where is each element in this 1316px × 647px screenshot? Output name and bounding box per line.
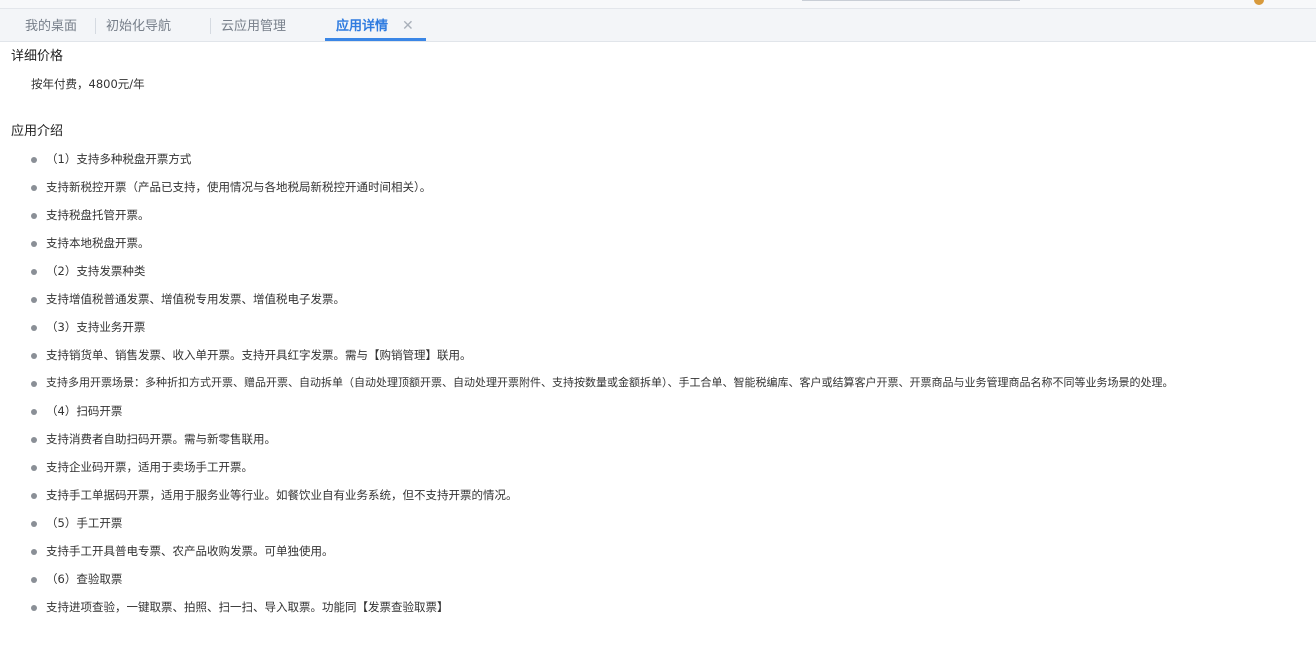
list-item: （2）支持发票种类 — [0, 257, 1316, 285]
list-item-text: 支持增值税普通发票、增值税专用发票、增值税电子发票。 — [46, 292, 345, 306]
price-section-title: 详细价格 — [11, 49, 64, 64]
list-item: 支持消费者自助扫码开票。需与新零售联用。 — [0, 425, 1316, 453]
list-item: 支持多用开票场景：多种折扣方式开票、赠品开票、自动拆单（自动处理顶额开票、自动处… — [0, 369, 1316, 397]
tab-init-navigation[interactable]: 初始化导航 — [106, 9, 171, 41]
avatar[interactable] — [1254, 0, 1264, 5]
list-item: 支持手工开具普电专票、农产品收购发票。可单独使用。 — [0, 537, 1316, 565]
bullet-icon — [31, 213, 37, 219]
bullet-icon — [31, 605, 37, 611]
list-item-text: （5）手工开票 — [46, 516, 123, 530]
list-item: （1）支持多种税盘开票方式 — [0, 145, 1316, 173]
top-header-strip — [0, 0, 1316, 9]
bullet-icon — [31, 465, 37, 471]
bullet-icon — [31, 185, 37, 191]
intro-list: （1）支持多种税盘开票方式 支持新税控开票（产品已支持，使用情况与各地税局新税控… — [0, 145, 1316, 621]
bullet-icon — [31, 409, 37, 415]
list-item-text: 支持本地税盘开票。 — [46, 236, 150, 250]
bullet-icon — [31, 577, 37, 583]
bullet-icon — [31, 325, 37, 331]
tab-divider — [95, 18, 96, 34]
bullet-icon — [31, 157, 37, 163]
list-item: 支持进项查验，一键取票、拍照、扫一扫、导入取票。功能同【发票查验取票】 — [0, 593, 1316, 621]
list-item: （4）扫码开票 — [0, 397, 1316, 425]
close-icon[interactable]: ✕ — [402, 9, 414, 44]
list-item: （6）查验取票 — [0, 565, 1316, 593]
list-item-text: 支持多用开票场景：多种折扣方式开票、赠品开票、自动拆单（自动处理顶额开票、自动处… — [46, 376, 1174, 389]
list-item-text: 支持手工单据码开票，适用于服务业等行业。如餐饮业自有业务系统，但不支持开票的情况… — [46, 488, 518, 502]
tab-label: 应用详情 — [336, 19, 389, 34]
list-item: 支持手工单据码开票，适用于服务业等行业。如餐饮业自有业务系统，但不支持开票的情况… — [0, 481, 1316, 509]
bullet-icon — [31, 297, 37, 303]
list-item-text: （4）扫码开票 — [46, 404, 123, 418]
list-item-text: （6）查验取票 — [46, 572, 123, 586]
bullet-icon — [31, 381, 37, 387]
price-text: 按年付费，4800元/年 — [31, 77, 145, 91]
list-item-text: （2）支持发票种类 — [46, 264, 146, 278]
intro-section-title: 应用介绍 — [11, 124, 64, 139]
bullet-icon — [31, 549, 37, 555]
list-item-text: （3）支持业务开票 — [46, 320, 146, 334]
list-item: 支持税盘托管开票。 — [0, 201, 1316, 229]
list-item-text: 支持销货单、销售发票、收入单开票。支持开具红字发票。需与【购销管理】联用。 — [46, 348, 472, 362]
bullet-icon — [31, 353, 37, 359]
list-item: 支持企业码开票，适用于卖场手工开票。 — [0, 453, 1316, 481]
list-item: （5）手工开票 — [0, 509, 1316, 537]
list-item-text: 支持手工开具普电专票、农产品收购发票。可单独使用。 — [46, 544, 334, 558]
list-item: 支持销货单、销售发票、收入单开票。支持开具红字发票。需与【购销管理】联用。 — [0, 341, 1316, 369]
list-item: （3）支持业务开票 — [0, 313, 1316, 341]
list-item-text: 支持税盘托管开票。 — [46, 208, 150, 222]
bullet-icon — [31, 269, 37, 275]
list-item-text: 支持消费者自助扫码开票。需与新零售联用。 — [46, 432, 276, 446]
list-item: 支持增值税普通发票、增值税专用发票、增值税电子发票。 — [0, 285, 1316, 313]
bullet-icon — [31, 521, 37, 527]
list-item-text: 支持进项查验，一键取票、拍照、扫一扫、导入取票。功能同【发票查验取票】 — [46, 600, 449, 614]
tab-cloud-app-management[interactable]: 云应用管理 — [221, 9, 286, 41]
list-item-text: 支持企业码开票，适用于卖场手工开票。 — [46, 460, 253, 474]
search-box-edge[interactable] — [802, 0, 1020, 1]
list-item-text: （1）支持多种税盘开票方式 — [46, 152, 192, 166]
tab-bar: 我的桌面 初始化导航 云应用管理 应用详情 ✕ — [0, 9, 1316, 42]
tab-my-desktop[interactable]: 我的桌面 — [25, 9, 77, 41]
bullet-icon — [31, 437, 37, 443]
tab-app-details[interactable]: 应用详情 ✕ — [325, 9, 426, 41]
list-item: 支持新税控开票（产品已支持，使用情况与各地税局新税控开通时间相关）。 — [0, 173, 1316, 201]
tab-divider — [210, 18, 211, 34]
bullet-icon — [31, 493, 37, 499]
list-item: 支持本地税盘开票。 — [0, 229, 1316, 257]
bullet-icon — [31, 241, 37, 247]
list-item-text: 支持新税控开票（产品已支持，使用情况与各地税局新税控开通时间相关）。 — [46, 180, 432, 194]
